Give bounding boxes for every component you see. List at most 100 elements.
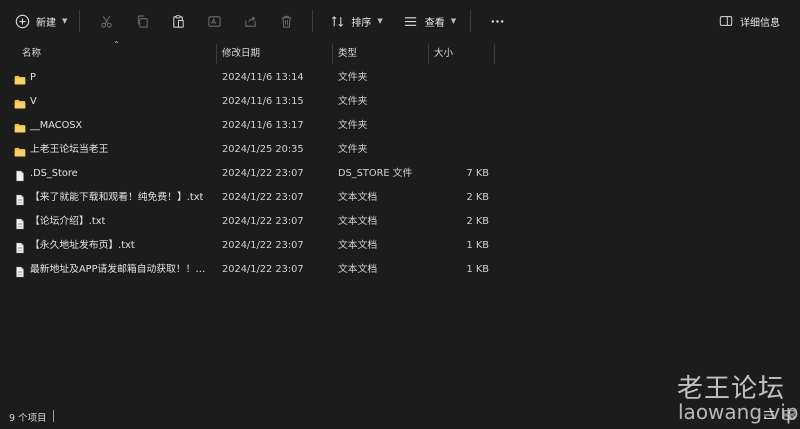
file-row[interactable]: 【论坛介绍】.txt 2024/1/22 23:07 文本文档 2 KB	[0, 210, 800, 234]
text-file-icon	[14, 240, 26, 254]
details-pane-label: 详细信息	[740, 17, 780, 29]
file-date: 2024/1/22 23:07	[222, 216, 304, 227]
file-size	[436, 66, 489, 90]
file-row[interactable]: 【永久地址发布页】.txt 2024/1/22 23:07 文本文档 1 KB	[0, 234, 800, 258]
file-type: 文件夹	[338, 72, 368, 83]
file-date: 2024/1/22 23:07	[222, 264, 304, 275]
file-date: 2024/1/22 23:07	[222, 168, 304, 179]
details-pane-button[interactable]: 详细信息	[710, 6, 786, 36]
trash-icon	[276, 11, 296, 31]
file-icon	[14, 168, 26, 182]
view-button-label: 查看	[424, 17, 445, 29]
file-size: 2 KB	[466, 216, 490, 227]
details-pane-icon	[716, 11, 736, 31]
file-row[interactable]: __MACOSX 2024/11/6 13:17 文件夹	[0, 114, 800, 138]
toolbar-divider	[470, 10, 472, 32]
file-type: 文本文档	[338, 240, 378, 251]
delete-button[interactable]	[268, 6, 304, 36]
file-type: 文本文档	[338, 216, 378, 227]
column-header-name[interactable]: 名称	[16, 42, 216, 65]
file-type: 文本文档	[338, 192, 378, 203]
file-name: 【永久地址发布页】.txt	[30, 240, 135, 251]
file-name: V	[30, 96, 37, 107]
more-icon	[487, 11, 507, 31]
file-name: P	[30, 72, 36, 83]
column-resize-handle[interactable]	[494, 44, 495, 64]
paste-button[interactable]	[160, 6, 196, 36]
folder-icon	[14, 96, 26, 109]
view-button[interactable]: 查看 ▼	[395, 6, 462, 36]
column-header-size[interactable]: 大小	[428, 42, 494, 65]
file-size	[436, 90, 489, 114]
folder-icon	[14, 72, 26, 85]
sort-arrows-icon	[327, 11, 347, 31]
file-row[interactable]: P 2024/11/6 13:14 文件夹	[0, 66, 800, 90]
file-name: __MACOSX	[30, 120, 83, 131]
toolbar-divider	[312, 10, 314, 32]
file-size: 7 KB	[466, 168, 490, 179]
share-button[interactable]	[232, 6, 268, 36]
file-date: 2024/1/22 23:07	[222, 240, 304, 251]
file-type: DS_STORE 文件	[338, 168, 413, 179]
file-size: 1 KB	[466, 264, 490, 275]
file-row[interactable]: 【来了就能下载和观看！纯免费！】.txt 2024/1/22 23:07 文本文…	[0, 186, 800, 210]
more-options-button[interactable]	[479, 6, 515, 36]
file-date: 2024/11/6 13:14	[222, 72, 304, 83]
cut-button[interactable]	[88, 6, 124, 36]
file-name: .DS_Store	[30, 168, 78, 179]
details-view-toggle[interactable]	[762, 409, 778, 423]
file-size	[436, 114, 489, 138]
copy-icon	[132, 11, 152, 31]
file-size	[436, 138, 489, 162]
view-list-icon	[401, 11, 421, 31]
rename-icon	[204, 11, 224, 31]
chevron-down-icon: ▼	[377, 17, 383, 25]
folder-icon	[14, 144, 26, 157]
status-divider	[53, 410, 54, 422]
chevron-down-icon: ▼	[62, 17, 68, 25]
file-row[interactable]: .DS_Store 2024/1/22 23:07 DS_STORE 文件 7 …	[0, 162, 800, 186]
file-date: 2024/11/6 13:17	[222, 120, 304, 131]
file-type: 文本文档	[338, 264, 378, 275]
text-file-icon	[14, 192, 26, 206]
folder-icon	[14, 120, 26, 133]
file-list: P 2024/11/6 13:14 文件夹 V 2024/11/6 13:15 …	[0, 66, 800, 282]
new-button[interactable]: 新建 ▼	[6, 6, 73, 36]
sort-button[interactable]: 排序 ▼	[321, 6, 388, 36]
sort-button-label: 排序	[351, 17, 372, 29]
file-size: 2 KB	[466, 192, 490, 203]
rename-button[interactable]	[196, 6, 232, 36]
file-date: 2024/1/25 20:35	[222, 144, 304, 155]
column-header-date[interactable]: 修改日期	[216, 42, 332, 65]
copy-button[interactable]	[124, 6, 160, 36]
file-row[interactable]: V 2024/11/6 13:15 文件夹	[0, 90, 800, 114]
chevron-down-icon: ▼	[450, 17, 457, 25]
file-type: 文件夹	[338, 144, 368, 155]
file-row[interactable]: 最新地址及APP请发邮箱自动获取！！！... 2024/1/22 23:07 文…	[0, 258, 800, 282]
details-view-icon	[763, 411, 775, 419]
file-date: 2024/11/6 13:15	[222, 96, 304, 107]
file-name: 【论坛介绍】.txt	[30, 216, 106, 227]
column-header-type[interactable]: 类型	[332, 42, 428, 65]
toolbar-divider	[79, 10, 81, 32]
file-type: 文件夹	[338, 96, 368, 107]
clipboard-icon	[168, 11, 188, 31]
plus-circle-icon	[12, 11, 32, 31]
text-file-icon	[14, 264, 26, 278]
file-name: 上老王论坛当老王	[30, 144, 109, 155]
file-date: 2024/1/22 23:07	[222, 192, 304, 203]
text-file-icon	[14, 216, 26, 230]
share-icon	[240, 11, 260, 31]
file-row[interactable]: 上老王论坛当老王 2024/1/25 20:35 文件夹	[0, 138, 800, 162]
tiles-view-icon	[783, 410, 795, 420]
command-bar: 新建 ▼ 排序 ▼ 查看 ▼ 详细信息	[0, 0, 800, 42]
file-name: 最新地址及APP请发邮箱自动获取！！！...	[30, 264, 214, 275]
item-count: 9 个项目	[9, 413, 47, 424]
new-button-label: 新建	[36, 17, 56, 29]
status-bar: 9 个项目	[0, 402, 800, 429]
file-size: 1 KB	[466, 240, 490, 251]
tiles-view-toggle[interactable]	[782, 409, 798, 423]
file-name: 【来了就能下载和观看！纯免费！】.txt	[30, 192, 204, 203]
column-header-row: ⌃ 名称 修改日期 类型 大小	[0, 40, 800, 65]
scissors-icon	[96, 11, 116, 31]
